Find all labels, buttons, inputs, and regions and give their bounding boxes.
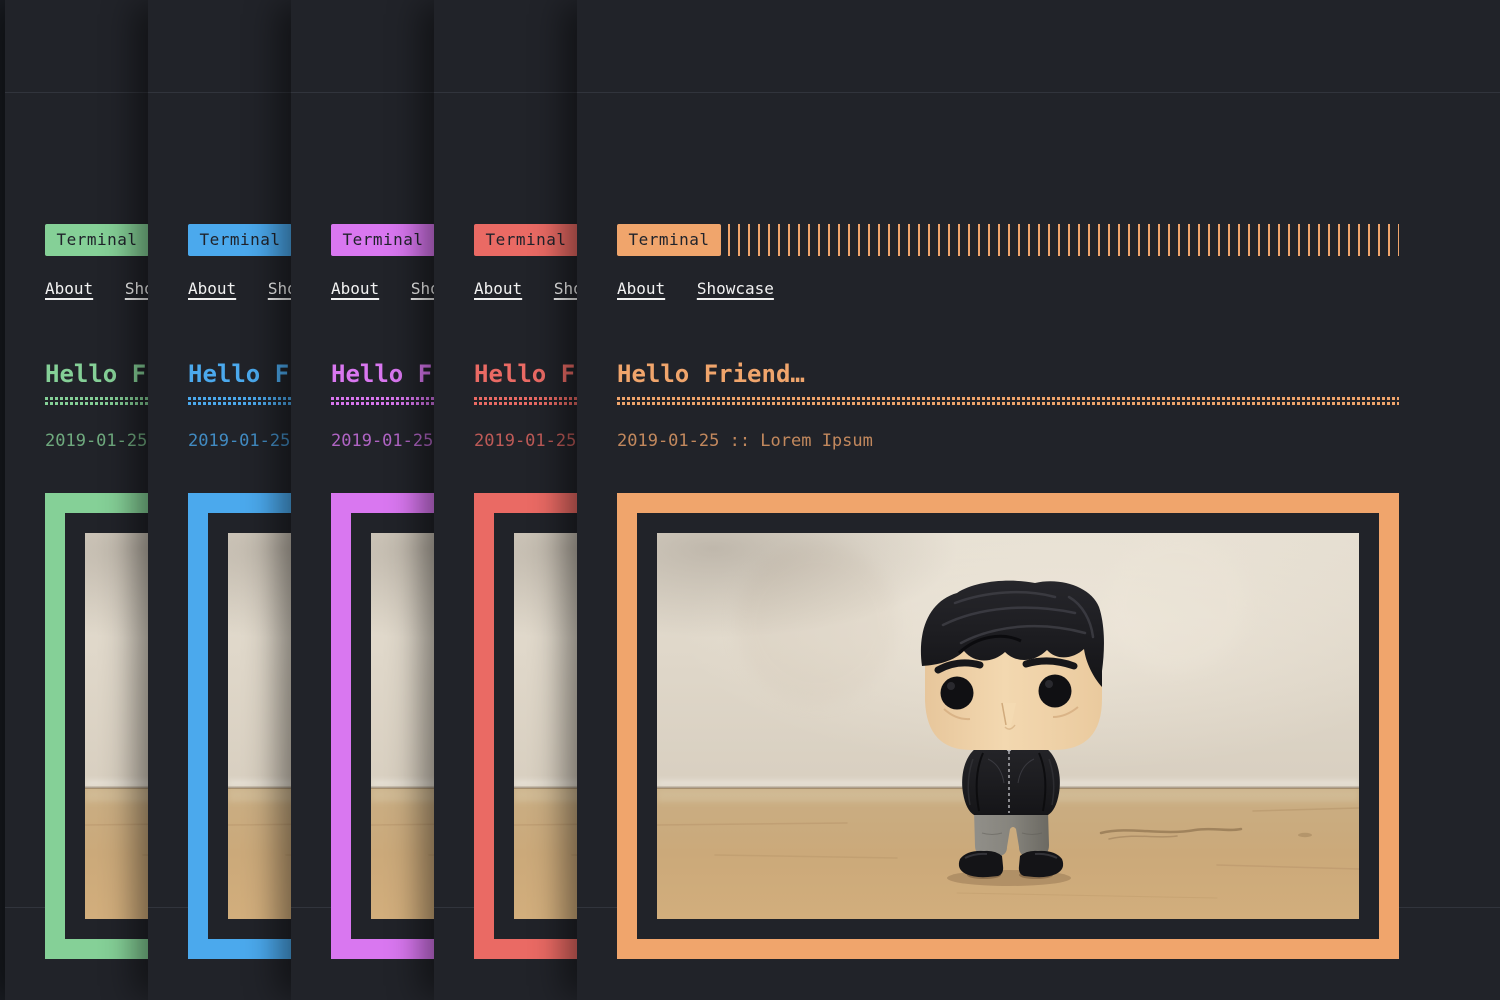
post-image-frame bbox=[617, 493, 1399, 959]
header-bars-decoration bbox=[728, 224, 1399, 256]
nav-link-showcase[interactable]: Showcase bbox=[697, 279, 774, 298]
site-logo-badge[interactable]: Terminal bbox=[188, 224, 292, 256]
page-body: Terminal About Showcase Hello Friend… 20… bbox=[577, 92, 1500, 908]
nav-link-about[interactable]: About bbox=[474, 279, 522, 298]
funko-pop-photo bbox=[657, 533, 1359, 919]
showcase-stage: Terminal About Showcase Hello Friend… 20… bbox=[0, 0, 1500, 1000]
nav-link-about[interactable]: About bbox=[45, 279, 93, 298]
nav-link-about[interactable]: About bbox=[188, 279, 236, 298]
nav-link-about[interactable]: About bbox=[331, 279, 379, 298]
title-dotted-divider bbox=[617, 397, 1399, 407]
post-title: Hello Friend… bbox=[617, 360, 805, 388]
post-meta: 2019-01-25 :: Lorem Ipsum bbox=[617, 431, 873, 451]
site-logo-badge[interactable]: Terminal bbox=[331, 224, 435, 256]
nav-link-about[interactable]: About bbox=[617, 279, 665, 298]
site-panel-orange: Terminal About Showcase Hello Friend… 20… bbox=[577, 0, 1500, 1000]
site-nav: About Showcase bbox=[617, 279, 796, 298]
site-logo-badge[interactable]: Terminal bbox=[474, 224, 578, 256]
site-logo-badge[interactable]: Terminal bbox=[45, 224, 149, 256]
site-logo-badge[interactable]: Terminal bbox=[617, 224, 721, 256]
